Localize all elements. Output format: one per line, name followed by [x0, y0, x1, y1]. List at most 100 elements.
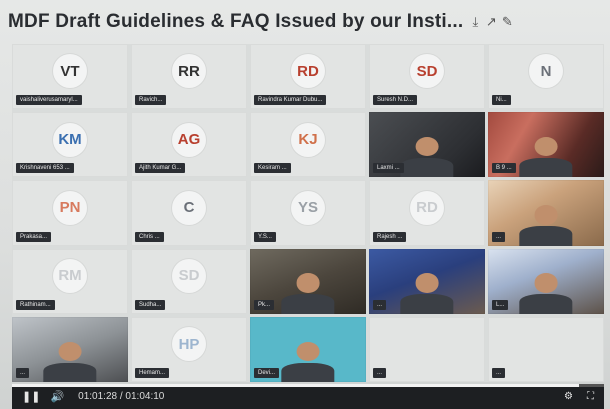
participant-avatar: VT: [53, 54, 87, 89]
participant-tile[interactable]: ...: [369, 316, 485, 382]
participant-body: [281, 294, 335, 314]
participant-avatar: RM: [53, 258, 87, 293]
player-controls: ❚❚ 🔊 01:01:28 / 01:04:10 ⚙ ⛶: [12, 384, 604, 409]
total-time: 01:04:10: [125, 391, 165, 402]
participant-tile[interactable]: Laxmi ...: [369, 112, 485, 178]
participant-name: Suresh N.D...: [373, 95, 418, 106]
participant-body: [400, 158, 454, 178]
participant-tile[interactable]: RR Ravich...: [131, 44, 247, 110]
participant-avatar: AG: [172, 122, 206, 157]
participant-tile[interactable]: YS Y.S...: [250, 180, 366, 246]
participant-tile[interactable]: Pk...: [250, 248, 366, 314]
participant-name: Rajesh ...: [373, 231, 407, 242]
participant-head: [415, 136, 439, 157]
participant-name: Devi...: [254, 367, 280, 378]
participant-video: [43, 341, 97, 382]
share-icon[interactable]: ↗: [485, 14, 497, 30]
participant-tile[interactable]: Devi...: [250, 316, 366, 382]
participant-name: ...: [492, 231, 506, 242]
participant-head: [534, 273, 558, 293]
participant-tile[interactable]: ...: [12, 316, 128, 382]
participant-tile[interactable]: C Chris ...: [131, 180, 247, 246]
participant-name: Hemam...: [135, 367, 170, 378]
participant-tile[interactable]: KJ Kesiram ...: [250, 112, 366, 178]
participant-name: Rathinam...: [16, 299, 55, 310]
title-actions: ⤓ ↗ ✎: [469, 14, 513, 30]
participant-body: [519, 294, 573, 314]
download-icon[interactable]: ⤓: [469, 14, 481, 30]
pause-icon[interactable]: ❚❚: [22, 390, 40, 403]
participant-body: [281, 362, 335, 382]
participant-avatar: PN: [53, 190, 87, 225]
participant-name: Sudha...: [135, 299, 166, 310]
participant-body: [519, 226, 573, 246]
participant-name: ...: [373, 367, 387, 378]
participant-tile[interactable]: RD Ravindra Kumar Dubu...: [250, 44, 366, 110]
participant-avatar: RD: [291, 54, 325, 89]
participant-tile[interactable]: B 9 ...: [488, 112, 604, 178]
video-title: MDF Draft Guidelines & FAQ Issued by our…: [8, 11, 464, 32]
participant-tile[interactable]: VT vaishaliverusamaryl...: [12, 44, 128, 110]
participant-avatar: HP: [172, 327, 206, 362]
recording-screen: MDF Draft Guidelines & FAQ Issued by our…: [0, 0, 610, 409]
participant-video: [519, 136, 573, 178]
player-right-controls: ⚙ ⛶: [564, 391, 594, 402]
video-title-bar: MDF Draft Guidelines & FAQ Issued by our…: [8, 4, 604, 40]
participant-name: B 9 ...: [492, 163, 516, 174]
participant-tile[interactable]: KM Krishnaveni 653 ...: [12, 112, 128, 178]
participant-avatar: SD: [172, 258, 206, 293]
edit-icon[interactable]: ✎: [501, 14, 513, 30]
participant-tile[interactable]: L...: [488, 248, 604, 314]
participant-name: Krishnaveni 653 ...: [16, 163, 74, 174]
participant-video: [281, 341, 335, 382]
participant-body: [43, 362, 97, 382]
current-time: 01:01:28: [78, 391, 118, 402]
participant-tile[interactable]: ...: [369, 248, 485, 314]
participant-name: Kesiram ...: [254, 163, 291, 174]
participant-video: [519, 205, 573, 246]
participant-tile[interactable]: PN Prakasa...: [12, 180, 128, 246]
volume-icon[interactable]: 🔊: [50, 390, 64, 403]
participant-avatar: RD: [410, 190, 444, 225]
participant-tile[interactable]: N Ni...: [488, 44, 604, 110]
participant-name: Ajith Kumar G...: [135, 163, 186, 174]
participant-avatar: KJ: [291, 122, 325, 157]
settings-icon[interactable]: ⚙: [564, 391, 573, 402]
participant-video: [400, 136, 454, 178]
fullscreen-icon[interactable]: ⛶: [587, 391, 594, 402]
participant-name: ...: [16, 367, 30, 378]
participant-video: [400, 273, 454, 314]
participant-head: [415, 273, 439, 293]
participant-name: Laxmi ...: [373, 163, 404, 174]
participant-head: [296, 341, 320, 361]
participant-avatar: YS: [291, 190, 325, 225]
participant-tile[interactable]: SD Suresh N.D...: [369, 44, 485, 110]
participant-tile[interactable]: RM Rathinam...: [12, 248, 128, 314]
participant-tile[interactable]: AG Ajith Kumar G...: [131, 112, 247, 178]
participant-avatar: N: [529, 54, 563, 89]
participant-video: [281, 273, 335, 314]
participant-tile[interactable]: RD Rajesh ...: [369, 180, 485, 246]
participant-body: [400, 294, 454, 314]
participant-tile[interactable]: SD Sudha...: [131, 248, 247, 314]
participant-name: Y.S...: [254, 231, 276, 242]
participant-name: Ravich...: [135, 95, 167, 106]
participant-name: vaishaliverusamaryl...: [16, 95, 82, 106]
participant-avatar: RR: [172, 54, 206, 89]
participant-name: Chris ...: [135, 231, 164, 242]
participant-name: Ravindra Kumar Dubu...: [254, 95, 327, 106]
participant-tile[interactable]: ...: [488, 316, 604, 382]
participant-head: [58, 341, 82, 361]
participant-head: [296, 273, 320, 293]
participant-tile[interactable]: ...: [488, 180, 604, 246]
participant-avatar: SD: [410, 54, 444, 89]
participant-avatar: C: [172, 190, 206, 225]
participant-tile[interactable]: HP Hemam...: [131, 316, 247, 382]
participant-name: ...: [492, 367, 506, 378]
participant-name: Pk...: [254, 299, 275, 310]
participant-name: Prakasa...: [16, 231, 52, 242]
progress-bar[interactable]: [12, 384, 604, 387]
participant-video: [519, 273, 573, 314]
participant-body: [519, 158, 573, 178]
participant-name: Ni...: [492, 95, 511, 106]
